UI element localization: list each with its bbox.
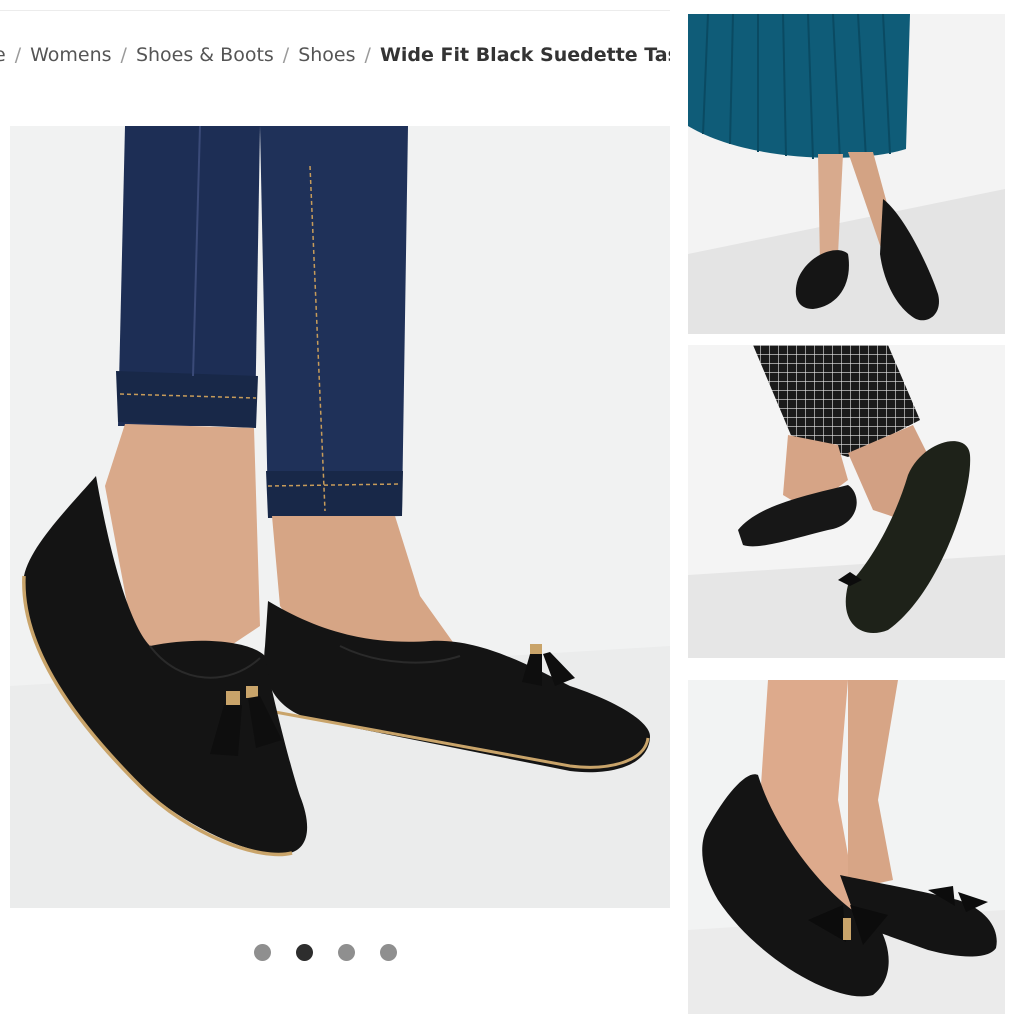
breadcrumb-separator: / bbox=[14, 44, 22, 66]
header-divider bbox=[0, 10, 670, 11]
loafers-illustration bbox=[10, 126, 670, 908]
thumbnail-image-3[interactable] bbox=[688, 680, 1005, 1014]
breadcrumb-separator: / bbox=[282, 44, 290, 66]
main-product-image[interactable] bbox=[10, 126, 670, 908]
breadcrumb: e / Womens / Shoes & Boots / Shoes / Wide Fit Bl… bbox=[0, 38, 670, 72]
carousel-dot-2[interactable] bbox=[296, 944, 313, 961]
breadcrumb-current-product: Wide Fit Black Suedette Tassel Loafers bbox=[379, 44, 670, 66]
woven-ballet-flats-illustration bbox=[688, 345, 1005, 658]
breadcrumb-separator: / bbox=[120, 44, 127, 66]
carousel-dot-1[interactable] bbox=[254, 944, 271, 961]
thumbnail-image-1[interactable] bbox=[688, 14, 1005, 334]
quilted-ballet-flats-illustration bbox=[688, 14, 1005, 334]
breadcrumb-item-home[interactable]: e bbox=[0, 44, 6, 66]
breadcrumb-item-shoes-boots[interactable]: Shoes & Boots bbox=[136, 44, 274, 66]
breadcrumb-item-shoes[interactable]: Shoes bbox=[298, 44, 355, 66]
breadcrumb-item-womens[interactable]: Womens bbox=[30, 44, 111, 66]
carousel-pagination bbox=[254, 944, 404, 962]
carousel-dot-3[interactable] bbox=[338, 944, 355, 961]
carousel-dot-4[interactable] bbox=[380, 944, 397, 961]
thumbnail-image-2[interactable] bbox=[688, 345, 1005, 658]
bow-ballet-flats-illustration bbox=[688, 680, 1005, 1014]
breadcrumb-separator: / bbox=[364, 44, 371, 66]
